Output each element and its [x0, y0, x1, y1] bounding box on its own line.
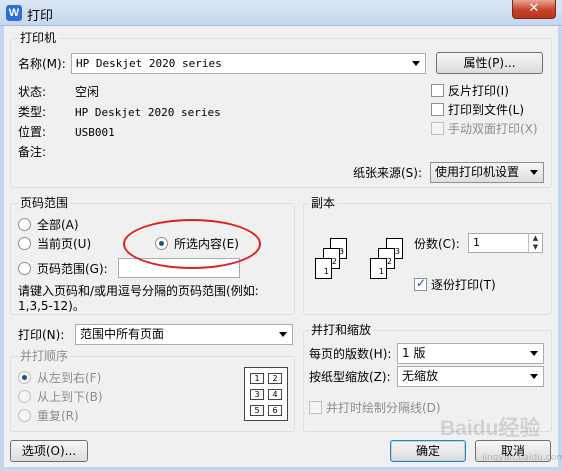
zoom-group-label: 并打和缩放: [309, 323, 374, 337]
range-pages-radio[interactable]: [18, 262, 31, 275]
paper-source-label: 纸张来源(S):: [353, 166, 423, 180]
manual-duplex-label[interactable]: 手动双面打印(X): [448, 122, 538, 136]
properties-button[interactable]: 属性(P)...: [436, 52, 543, 74]
order-top-bottom-radio[interactable]: [18, 390, 31, 403]
range-current-label[interactable]: 当前页(U): [37, 237, 91, 251]
status-value: 空闲: [75, 85, 100, 99]
chevron-down-icon: [412, 61, 420, 66]
page-range-hint: 请键入页码和/或用逗号分隔的页码范围(例如:: [18, 284, 259, 298]
order-preview-grid: 1 2 3 4 5 6: [244, 367, 288, 421]
printer-name-label: 名称(M):: [18, 57, 66, 71]
reverse-print-checkbox[interactable]: [431, 84, 444, 97]
print-what-value: 范围中所有页面: [80, 327, 165, 341]
copies-group: [303, 203, 552, 315]
type-label: 类型:: [18, 105, 47, 119]
baidu-watermark: Baidu经验: [440, 417, 541, 440]
spin-up-icon[interactable]: ▲: [529, 234, 542, 243]
order-cell: 6: [268, 405, 282, 416]
order-left-right-label[interactable]: 从左到右(F): [37, 371, 101, 385]
print-to-file-checkbox[interactable]: [431, 103, 444, 116]
scale-select[interactable]: 无缩放: [397, 366, 544, 387]
range-pages-label[interactable]: 页码范围(G):: [37, 262, 108, 276]
collate-label[interactable]: 逐份打印(T): [431, 278, 496, 292]
order-cell: 5: [250, 405, 264, 416]
wps-writer-icon: W: [6, 5, 22, 21]
options-button[interactable]: 选项(O)...: [10, 440, 88, 462]
reverse-print-label[interactable]: 反片打印(I): [448, 84, 509, 98]
order-group-label: 并打顺序: [18, 349, 71, 363]
order-repeat-radio[interactable]: [18, 409, 31, 422]
chevron-down-icon: [530, 170, 538, 175]
paper-source-select[interactable]: 使用打印机设置: [430, 162, 544, 183]
title-bar: W 打印 ✕: [0, 0, 562, 26]
copies-spinner[interactable]: ▲ ▼: [528, 234, 542, 254]
chevron-down-icon: [279, 332, 287, 337]
range-all-radio[interactable]: [18, 218, 31, 231]
print-to-file-label[interactable]: 打印到文件(L): [448, 103, 524, 117]
range-all-label[interactable]: 全部(A): [37, 218, 79, 232]
printer-name-select[interactable]: HP Deskjet 2020 series: [71, 53, 426, 74]
draw-borders-label[interactable]: 并打时绘制分隔线(D): [326, 401, 441, 415]
collate-sheet: 1: [370, 258, 387, 279]
order-left-right-radio[interactable]: [18, 371, 31, 384]
comment-label: 备注:: [18, 145, 47, 159]
copies-count-label: 份数(C):: [414, 237, 460, 251]
pages-per-sheet-label: 每页的版数(H):: [309, 347, 392, 361]
page-range-hint-example: 1,3,5-12)。: [18, 299, 85, 313]
print-what-select[interactable]: 范围中所有页面: [75, 324, 293, 345]
location-label: 位置:: [18, 125, 47, 139]
chevron-down-icon: [530, 351, 538, 356]
location-value: USB001: [75, 126, 115, 139]
copies-count-value: 1: [473, 236, 480, 249]
order-cell: 4: [268, 389, 282, 400]
pages-per-sheet-value: 1 版: [402, 346, 426, 360]
ok-button[interactable]: 确定: [390, 440, 466, 462]
close-button[interactable]: ✕: [512, 0, 556, 19]
range-current-radio[interactable]: [18, 237, 31, 250]
printer-name-value: HP Deskjet 2020 series: [76, 57, 222, 70]
print-what-label: 打印(N):: [18, 328, 65, 342]
baidu-watermark-url: jingyan.baidu.com: [482, 453, 562, 463]
copies-group-label: 副本: [309, 196, 338, 210]
draw-borders-checkbox[interactable]: [309, 401, 322, 414]
collate-checkbox[interactable]: [414, 276, 427, 291]
order-top-bottom-label[interactable]: 从上到下(B): [37, 390, 103, 404]
order-cell: 1: [250, 373, 264, 384]
spin-down-icon[interactable]: ▼: [529, 243, 542, 252]
order-cell: 2: [268, 373, 282, 384]
scale-value: 无缩放: [402, 369, 439, 383]
collate-sheet: 1: [315, 258, 332, 279]
printer-group-label: 打印机: [18, 31, 59, 45]
manual-duplex-checkbox[interactable]: [431, 122, 444, 135]
scale-label: 按纸型缩放(Z):: [309, 370, 391, 384]
window-title: 打印: [27, 9, 54, 24]
annotation-highlight-ellipse: [123, 219, 261, 269]
paper-source-value: 使用打印机设置: [435, 165, 520, 179]
order-cell: 3: [250, 389, 264, 400]
order-repeat-label[interactable]: 重复(R): [37, 409, 79, 423]
chevron-down-icon: [530, 374, 538, 379]
status-label: 状态:: [18, 85, 47, 99]
page-range-group-label: 页码范围: [18, 196, 71, 210]
type-value: HP Deskjet 2020 series: [75, 106, 221, 119]
pages-per-sheet-select[interactable]: 1 版: [397, 343, 544, 364]
